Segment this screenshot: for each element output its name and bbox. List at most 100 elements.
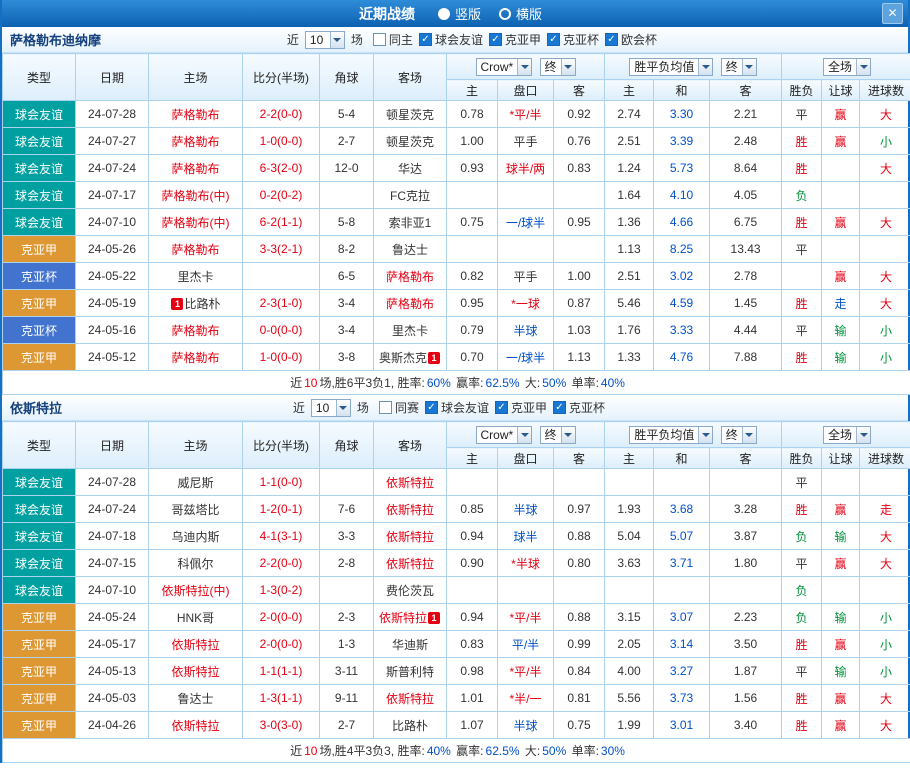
checkbox-icon[interactable]: ✓ (425, 401, 438, 414)
asian-handicap: *平/半 (498, 101, 554, 128)
away-team-cell: 斯普利特 (374, 658, 447, 685)
result-cell: 平 (782, 658, 822, 685)
asian-handicap-header: 盘口 (498, 448, 554, 469)
home-team-cell: 萨格勒布 (149, 317, 243, 344)
euro-draw-odds: 3.71 (654, 550, 710, 577)
asian-home-odds (447, 469, 498, 496)
handicap-result-cell: 输 (822, 658, 860, 685)
type-badge: 克亚甲 (3, 685, 76, 712)
checkbox-icon[interactable]: ✓ (419, 33, 432, 46)
corner-cell: 3-11 (320, 658, 374, 685)
filter-label: 同主 (389, 31, 413, 48)
asian-away-header: 客 (554, 80, 605, 101)
match-count-select[interactable]: 10 (311, 399, 351, 417)
home-team-cell: 萨格勒布(中) (149, 209, 243, 236)
score-cell: 3-3(2-1) (243, 236, 320, 263)
corner-cell: 2-8 (320, 550, 374, 577)
euro-away-odds: 2.48 (710, 128, 782, 155)
goals-result-cell (860, 236, 910, 263)
euro-odds-type-value: 胜平负均值 (634, 426, 694, 443)
goals-result-cell: 大 (860, 712, 910, 739)
euro-draw-odds: 4.66 (654, 209, 710, 236)
chevron-down-icon (517, 59, 531, 75)
filter-same-home[interactable]: 同主 (373, 31, 413, 48)
corner-cell: 2-7 (320, 712, 374, 739)
asian-odds-group-header: Crow* 终 (447, 422, 605, 448)
layout-vertical-option[interactable]: 竖版 (438, 4, 481, 23)
checkbox-icon[interactable]: ✓ (489, 33, 502, 46)
euro-draw-odds: 3.39 (654, 128, 710, 155)
away-team-cell: 依斯特拉 (374, 496, 447, 523)
euro-odds-type-select[interactable]: 胜平负均值 (629, 426, 713, 444)
score-cell: 1-0(0-0) (243, 344, 320, 371)
col-away-header: 客场 (374, 422, 447, 469)
away-team-cell: 依斯特拉 (374, 685, 447, 712)
date-cell: 24-07-24 (76, 496, 149, 523)
odds-company-select[interactable]: Crow* (476, 58, 533, 76)
filter-club-friendly[interactable]: ✓球会友谊 (419, 31, 483, 48)
competition-filters: 同主 ✓球会友谊 ✓克亚甲 ✓克亚杯 ✓欧会杯 (367, 31, 657, 48)
result-header: 胜负 (782, 80, 822, 101)
home-team-cell: 科佩尔 (149, 550, 243, 577)
euro-odds-type-select[interactable]: 胜平负均值 (629, 58, 713, 76)
type-badge: 克亚杯 (3, 263, 76, 290)
euro-home-odds: 1.76 (605, 317, 654, 344)
checkbox-icon[interactable]: ✓ (547, 33, 560, 46)
goals-result-cell (860, 577, 910, 604)
date-cell: 24-05-03 (76, 685, 149, 712)
titlebar: 近期战绩 竖版 横版 ✕ (2, 0, 908, 27)
fullmatch-select[interactable]: 全场 (823, 58, 871, 76)
asian-away-odds (554, 469, 605, 496)
euro-away-odds: 13.43 (710, 236, 782, 263)
asian-away-odds: 1.00 (554, 263, 605, 290)
type-badge: 克亚甲 (3, 236, 76, 263)
euro-odds-time-select[interactable]: 终 (721, 58, 757, 76)
odds-time-value: 终 (545, 426, 557, 443)
checkbox-icon[interactable] (379, 401, 392, 414)
corner-cell: 2-7 (320, 128, 374, 155)
match-count-select[interactable]: 10 (305, 31, 345, 49)
checkbox-icon[interactable]: ✓ (553, 401, 566, 414)
filter-europa-conference[interactable]: ✓欧会杯 (605, 31, 657, 48)
layout-horizontal-option[interactable]: 横版 (499, 4, 542, 23)
results-table: 类型 日期 主场 比分(半场) 角球 客场 Crow* 终 胜平负均值 终 (2, 421, 910, 763)
asian-away-odds: 0.80 (554, 550, 605, 577)
filter-croatia-league[interactable]: ✓克亚甲 (495, 399, 547, 416)
handicap-result-cell (822, 155, 860, 182)
checkbox-icon[interactable]: ✓ (495, 401, 508, 414)
result-cell: 胜 (782, 631, 822, 658)
team-label: 华迪斯 (392, 638, 428, 652)
euro-draw-odds: 3.07 (654, 604, 710, 631)
close-button[interactable]: ✕ (882, 3, 903, 24)
radio-unselected-icon[interactable] (499, 8, 511, 20)
checkbox-icon[interactable] (373, 33, 386, 46)
table-row: 克亚杯24-05-16萨格勒布0-0(0-0)3-4里杰卡0.79半球1.031… (3, 317, 910, 344)
summary-segment: 大: (522, 376, 541, 390)
result-cell: 胜 (782, 290, 822, 317)
asian-home-odds: 0.75 (447, 209, 498, 236)
radio-selected-icon[interactable] (438, 8, 450, 20)
odds-company-select[interactable]: Crow* (476, 426, 533, 444)
chevron-down-icon (698, 427, 712, 443)
asian-away-odds: 0.83 (554, 155, 605, 182)
euro-odds-time-select[interactable]: 终 (721, 426, 757, 444)
filter-croatia-league[interactable]: ✓克亚甲 (489, 31, 541, 48)
filter-same-competition[interactable]: 同赛 (379, 399, 419, 416)
away-team-cell: 顿星茨克 (374, 128, 447, 155)
fullmatch-select[interactable]: 全场 (823, 426, 871, 444)
team-label: 费伦茨瓦 (386, 584, 434, 598)
euro-draw-header: 和 (654, 448, 710, 469)
filter-club-friendly[interactable]: ✓球会友谊 (425, 399, 489, 416)
odds-time-select[interactable]: 终 (540, 58, 576, 76)
filter-croatia-cup[interactable]: ✓克亚杯 (547, 31, 599, 48)
result-cell: 平 (782, 236, 822, 263)
away-team-cell: 比路朴 (374, 712, 447, 739)
checkbox-icon[interactable]: ✓ (605, 33, 618, 46)
team-label: 萨格勒布 (171, 108, 219, 122)
type-badge: 球会友谊 (3, 128, 76, 155)
euro-away-odds: 3.50 (710, 631, 782, 658)
odds-time-select[interactable]: 终 (540, 426, 576, 444)
asian-home-odds: 0.82 (447, 263, 498, 290)
team-label: 顿星茨克 (386, 108, 434, 122)
filter-croatia-cup[interactable]: ✓克亚杯 (553, 399, 605, 416)
